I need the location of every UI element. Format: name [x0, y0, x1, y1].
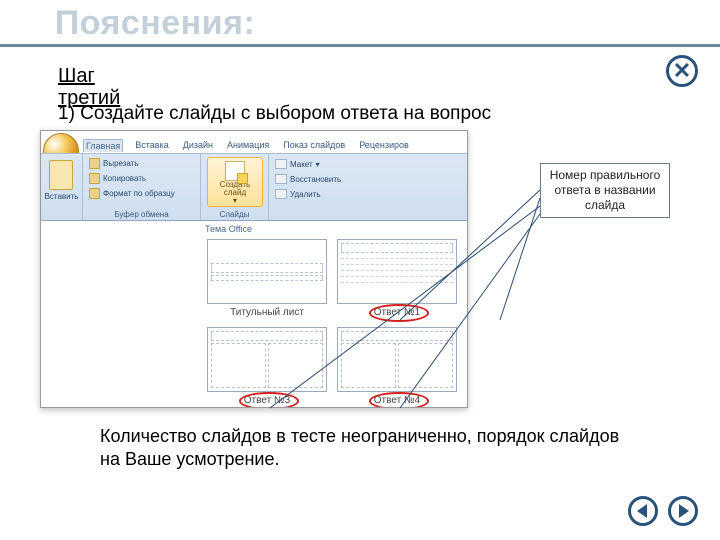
- copy-icon: [89, 173, 100, 184]
- thumb-answer-3: Ответ №3: [207, 327, 327, 392]
- copy-label: Копировать: [103, 174, 146, 183]
- delete-label: Удалить: [290, 190, 321, 199]
- instruction-text: 1) Создайте слайды с выбором ответа на в…: [58, 103, 491, 125]
- new-slide-icon: [225, 161, 245, 181]
- new-slide-group: Создать слайд ▾ Слайды: [201, 154, 269, 220]
- delete-icon: [275, 189, 287, 199]
- paste-icon: [49, 160, 73, 190]
- layout-gallery: Титульный лист Ответ №1 Ответ №2 Ответ №…: [201, 237, 465, 405]
- slide-options-group: Макет ▾ Восстановить Удалить: [269, 154, 389, 220]
- next-button[interactable]: [668, 496, 698, 526]
- new-slide-button: Создать слайд ▾: [207, 157, 263, 207]
- thumb-title-slide: Титульный лист: [207, 239, 327, 304]
- new-slide-label: Создать слайд: [208, 181, 262, 197]
- thumb-answer-4: Ответ №4: [337, 327, 457, 392]
- annotation-box: Номер правильного ответа в названии слай…: [540, 163, 670, 218]
- thumb-label: Ответ №3: [208, 395, 326, 406]
- reset-label: Восстановить: [290, 175, 341, 184]
- ribbon: Вставить Вырезать Копировать Формат по о…: [41, 153, 467, 221]
- tab-slideshow: Показ слайдов: [281, 139, 347, 152]
- nav-buttons: [628, 496, 698, 526]
- tab-home: Главная: [83, 139, 123, 152]
- gallery-theme-label: Тема Office: [205, 224, 252, 234]
- thumb-answer-1: Ответ №1: [337, 239, 457, 304]
- format-painter-label: Формат по образцу: [103, 189, 175, 198]
- thumb-label: Титульный лист: [208, 307, 326, 318]
- tab-review: Рецензиров: [357, 139, 411, 152]
- prev-button[interactable]: [628, 496, 658, 526]
- triangle-left-icon: [637, 504, 647, 518]
- tab-animation: Анимация: [225, 139, 271, 152]
- thumb-summary: Итог: [467, 327, 468, 392]
- paste-label: Вставить: [41, 192, 82, 201]
- triangle-right-icon: [679, 504, 689, 518]
- thumb-label: Ответ №4: [338, 395, 456, 406]
- close-button[interactable]: ✕: [666, 55, 698, 87]
- watermark-title: Пояснения:: [40, 6, 270, 42]
- powerpoint-screenshot: Главная Вставка Дизайн Анимация Показ сл…: [40, 130, 468, 408]
- tab-design: Дизайн: [181, 139, 215, 152]
- divider: [0, 44, 720, 47]
- cut-label: Вырезать: [103, 159, 139, 168]
- reset-icon: [275, 174, 287, 184]
- footer-text: Количество слайдов в тесте неограниченно…: [100, 425, 630, 472]
- clipboard-group: Вырезать Копировать Формат по образцу Бу…: [83, 154, 201, 220]
- clipboard-group-label: Буфер обмена: [83, 210, 200, 219]
- thumb-answer-2: Ответ №2: [467, 239, 468, 304]
- format-painter-icon: [89, 188, 100, 199]
- tab-insert: Вставка: [133, 139, 170, 152]
- layout-icon: [275, 159, 287, 169]
- layout-label: Макет: [290, 160, 313, 169]
- slides-group-label: Слайды: [201, 210, 268, 219]
- ribbon-tabs: Главная Вставка Дизайн Анимация Показ сл…: [83, 139, 411, 152]
- cut-icon: [89, 158, 100, 169]
- paste-group: Вставить: [41, 154, 83, 220]
- thumb-label: Ответ №1: [338, 307, 456, 318]
